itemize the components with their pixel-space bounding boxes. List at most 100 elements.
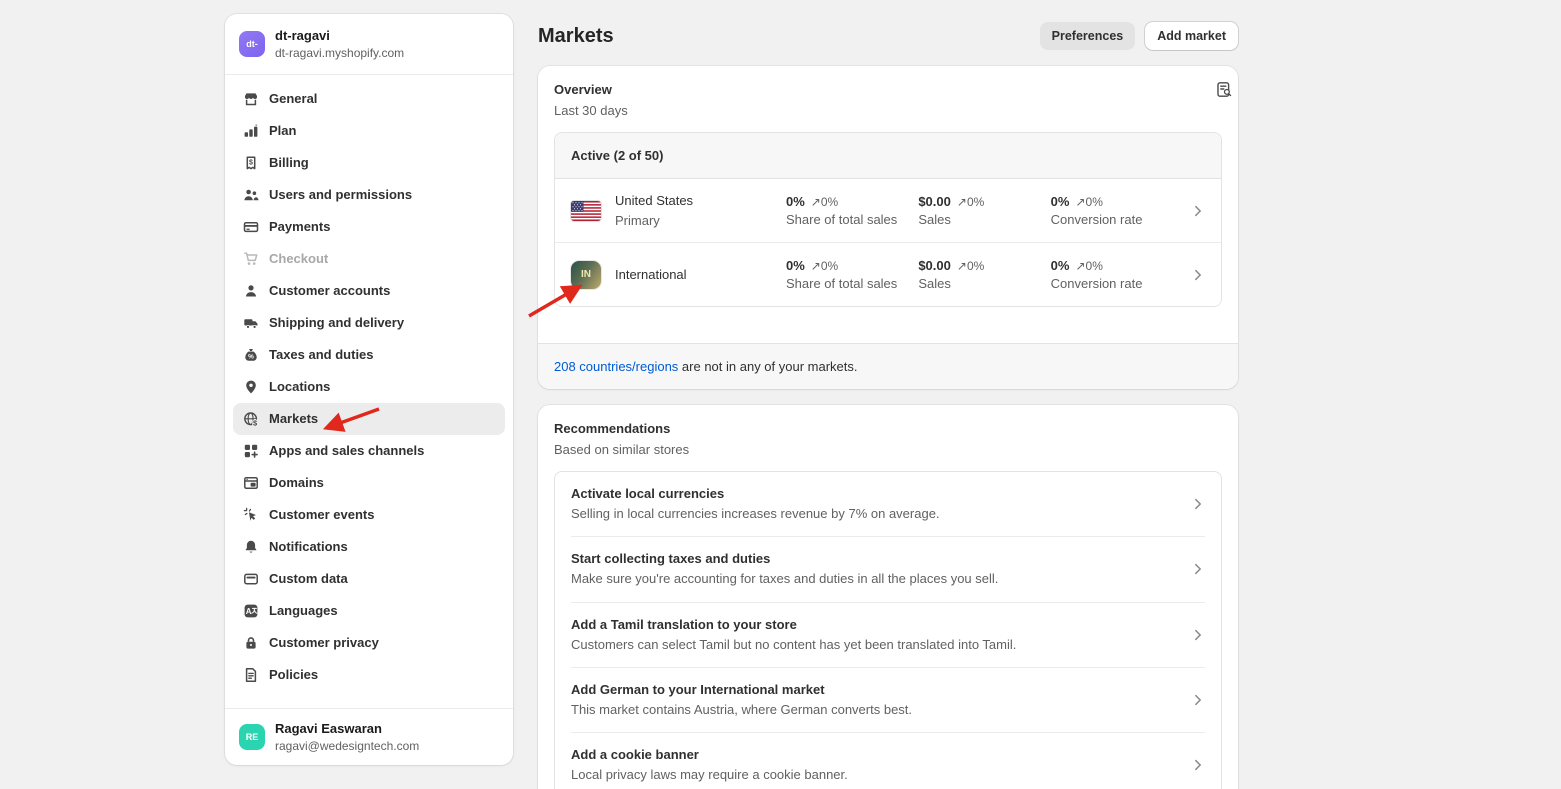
- stat-value: 0%: [1051, 258, 1070, 273]
- sidebar-item-taxes-and-duties[interactable]: % Taxes and duties: [233, 339, 505, 371]
- sidebar-item-label: Domains: [269, 475, 324, 490]
- stat-label: Sales: [918, 212, 1050, 227]
- stat-label: Share of total sales: [786, 276, 918, 291]
- sidebar-item-customer-privacy[interactable]: Customer privacy: [233, 627, 505, 659]
- sidebar-item-customer-events[interactable]: Customer events: [233, 499, 505, 531]
- recommendation-title: Activate local currencies: [571, 484, 940, 504]
- market-row-united-states[interactable]: United States Primary 0% ↗ 0% Share of tot…: [555, 179, 1221, 242]
- sidebar-item-locations[interactable]: Locations: [233, 371, 505, 403]
- sidebar-item-payments[interactable]: Payments: [233, 211, 505, 243]
- sidebar-item-plan[interactable]: Plan: [233, 115, 505, 147]
- delta-arrow-icon: ↗: [1075, 259, 1085, 273]
- user-avatar: RE: [239, 724, 265, 750]
- user-footer: RE Ragavi Easwaran ragavi@wedesigntech.c…: [225, 708, 513, 765]
- stat-value: $0.00: [918, 258, 951, 273]
- recommendation-title: Add a Tamil translation to your store: [571, 615, 1016, 635]
- sidebar-item-users-and-permissions[interactable]: Users and permissions: [233, 179, 505, 211]
- stat-delta: ↗0%: [1075, 259, 1102, 273]
- stat-label: Conversion rate: [1051, 212, 1183, 227]
- store-info: dt-ragavi dt-ragavi.myshopify.com: [275, 27, 404, 61]
- sidebar-item-apps-and-sales-channels[interactable]: Apps and sales channels: [233, 435, 505, 467]
- recommendation-text: Add German to your International market …: [571, 680, 912, 720]
- sidebar-item-label: Payments: [269, 219, 330, 234]
- sidebar-item-billing[interactable]: $ Billing: [233, 147, 505, 179]
- market-subtitle: Primary: [615, 211, 786, 231]
- add-market-button[interactable]: Add market: [1145, 22, 1238, 50]
- sidebar-item-markets[interactable]: $ Markets: [233, 403, 505, 435]
- market-name-block: United States Primary: [615, 191, 786, 230]
- recommendation-title: Start collecting taxes and duties: [571, 549, 998, 569]
- market-name-block: International: [615, 265, 786, 285]
- recommendation-text: Activate local currencies Selling in loc…: [571, 484, 940, 524]
- recommendations-list: Activate local currencies Selling in loc…: [554, 471, 1222, 789]
- translate-icon: A: [242, 602, 260, 620]
- recommendation-add-tamil-translation[interactable]: Add a Tamil translation to your store Cu…: [555, 603, 1221, 667]
- stat-sales: $0.00↗0% Sales: [918, 194, 1050, 227]
- delta-arrow-icon: ↗: [957, 195, 967, 209]
- stat-delta: ↗0%: [957, 259, 984, 273]
- main-content: Markets Preferences Add market Overview …: [538, 0, 1238, 789]
- overview-footer: 208 countries/regions are not in any of …: [538, 343, 1238, 389]
- sidebar-item-custom-data[interactable]: Custom data: [233, 563, 505, 595]
- svg-text:A: A: [246, 607, 252, 616]
- sidebar-item-domains[interactable]: Domains: [233, 467, 505, 499]
- stat-label: Conversion rate: [1051, 276, 1183, 291]
- globe-icon: $: [242, 410, 260, 428]
- sidebar-item-checkout: Checkout: [233, 243, 505, 275]
- delta-arrow-icon: ↗: [1075, 195, 1085, 209]
- bell-icon: [242, 538, 260, 556]
- settings-sidebar: dt- dt-ragavi dt-ragavi.myshopify.com Ge…: [225, 14, 513, 765]
- sidebar-item-label: Apps and sales channels: [269, 443, 424, 458]
- location-pin-icon: [242, 378, 260, 396]
- market-row-international[interactable]: IN International 0% ↗0% Share of total sa…: [555, 243, 1221, 306]
- header-actions: Preferences Add market: [1040, 22, 1238, 50]
- chevron-right-icon: [1183, 268, 1205, 282]
- sidebar-item-label: Locations: [269, 379, 330, 394]
- stat-value: 0%: [1051, 194, 1070, 209]
- recommendation-title: Add a cookie banner: [571, 745, 848, 765]
- stat-delta: ↗0%: [811, 259, 838, 273]
- cursor-click-icon: [242, 506, 260, 524]
- recommendation-description: Local privacy laws may require a cookie …: [571, 765, 848, 785]
- sidebar-item-notifications[interactable]: Notifications: [233, 531, 505, 563]
- apps-icon: [242, 442, 260, 460]
- sidebar-item-shipping-and-delivery[interactable]: Shipping and delivery: [233, 307, 505, 339]
- store-avatar: dt-: [239, 31, 265, 57]
- countries-regions-link[interactable]: 208 countries/regions: [554, 359, 678, 374]
- settings-nav: General Plan $ Billing Users and permiss…: [225, 75, 513, 709]
- delta-arrow-icon: ↗: [811, 195, 821, 209]
- stat-value: $0.00: [918, 194, 951, 209]
- recommendation-text: Add a cookie banner Local privacy laws m…: [571, 745, 848, 785]
- preferences-button[interactable]: Preferences: [1040, 22, 1136, 50]
- sidebar-item-label: Users and permissions: [269, 187, 412, 202]
- sidebar-item-languages[interactable]: A Languages: [233, 595, 505, 627]
- recommendation-add-german[interactable]: Add German to your International market …: [555, 668, 1221, 732]
- chevron-right-icon: [1191, 693, 1205, 707]
- chevron-right-icon: [1191, 758, 1205, 772]
- chevron-right-icon: [1191, 562, 1205, 576]
- search-list-icon-button[interactable]: [1210, 77, 1238, 105]
- sidebar-item-label: Customer events: [269, 507, 374, 522]
- stat-label: Share of total sales: [786, 212, 918, 227]
- recommendation-text: Add a Tamil translation to your store Cu…: [571, 615, 1016, 655]
- taxes-icon: %: [242, 346, 260, 364]
- recommendation-description: This market contains Austria, where Germ…: [571, 700, 912, 720]
- recommendation-description: Selling in local currencies increases re…: [571, 504, 940, 524]
- recommendation-start-collecting-taxes[interactable]: Start collecting taxes and duties Make s…: [555, 537, 1221, 601]
- recommendation-add-cookie-banner[interactable]: Add a cookie banner Local privacy laws m…: [555, 733, 1221, 789]
- stat-value: 0%: [786, 194, 805, 209]
- user-name: Ragavi Easwaran: [275, 720, 419, 738]
- sidebar-item-general[interactable]: General: [233, 83, 505, 115]
- recommendation-description: Customers can select Tamil but no conten…: [571, 635, 1016, 655]
- sidebar-item-label: Custom data: [269, 571, 348, 586]
- search-list-icon: [1216, 81, 1233, 101]
- lock-icon: [242, 634, 260, 652]
- overview-header: Overview Last 30 days Active (2 of 50): [538, 66, 1238, 323]
- sidebar-item-customer-accounts[interactable]: Customer accounts: [233, 275, 505, 307]
- recommendation-activate-local-currencies[interactable]: Activate local currencies Selling in loc…: [555, 472, 1221, 536]
- users-icon: [242, 186, 260, 204]
- international-badge-icon: IN: [571, 261, 601, 289]
- sidebar-item-policies[interactable]: Policies: [233, 659, 505, 691]
- chevron-right-icon: [1183, 204, 1205, 218]
- svg-text:$: $: [253, 418, 257, 426]
